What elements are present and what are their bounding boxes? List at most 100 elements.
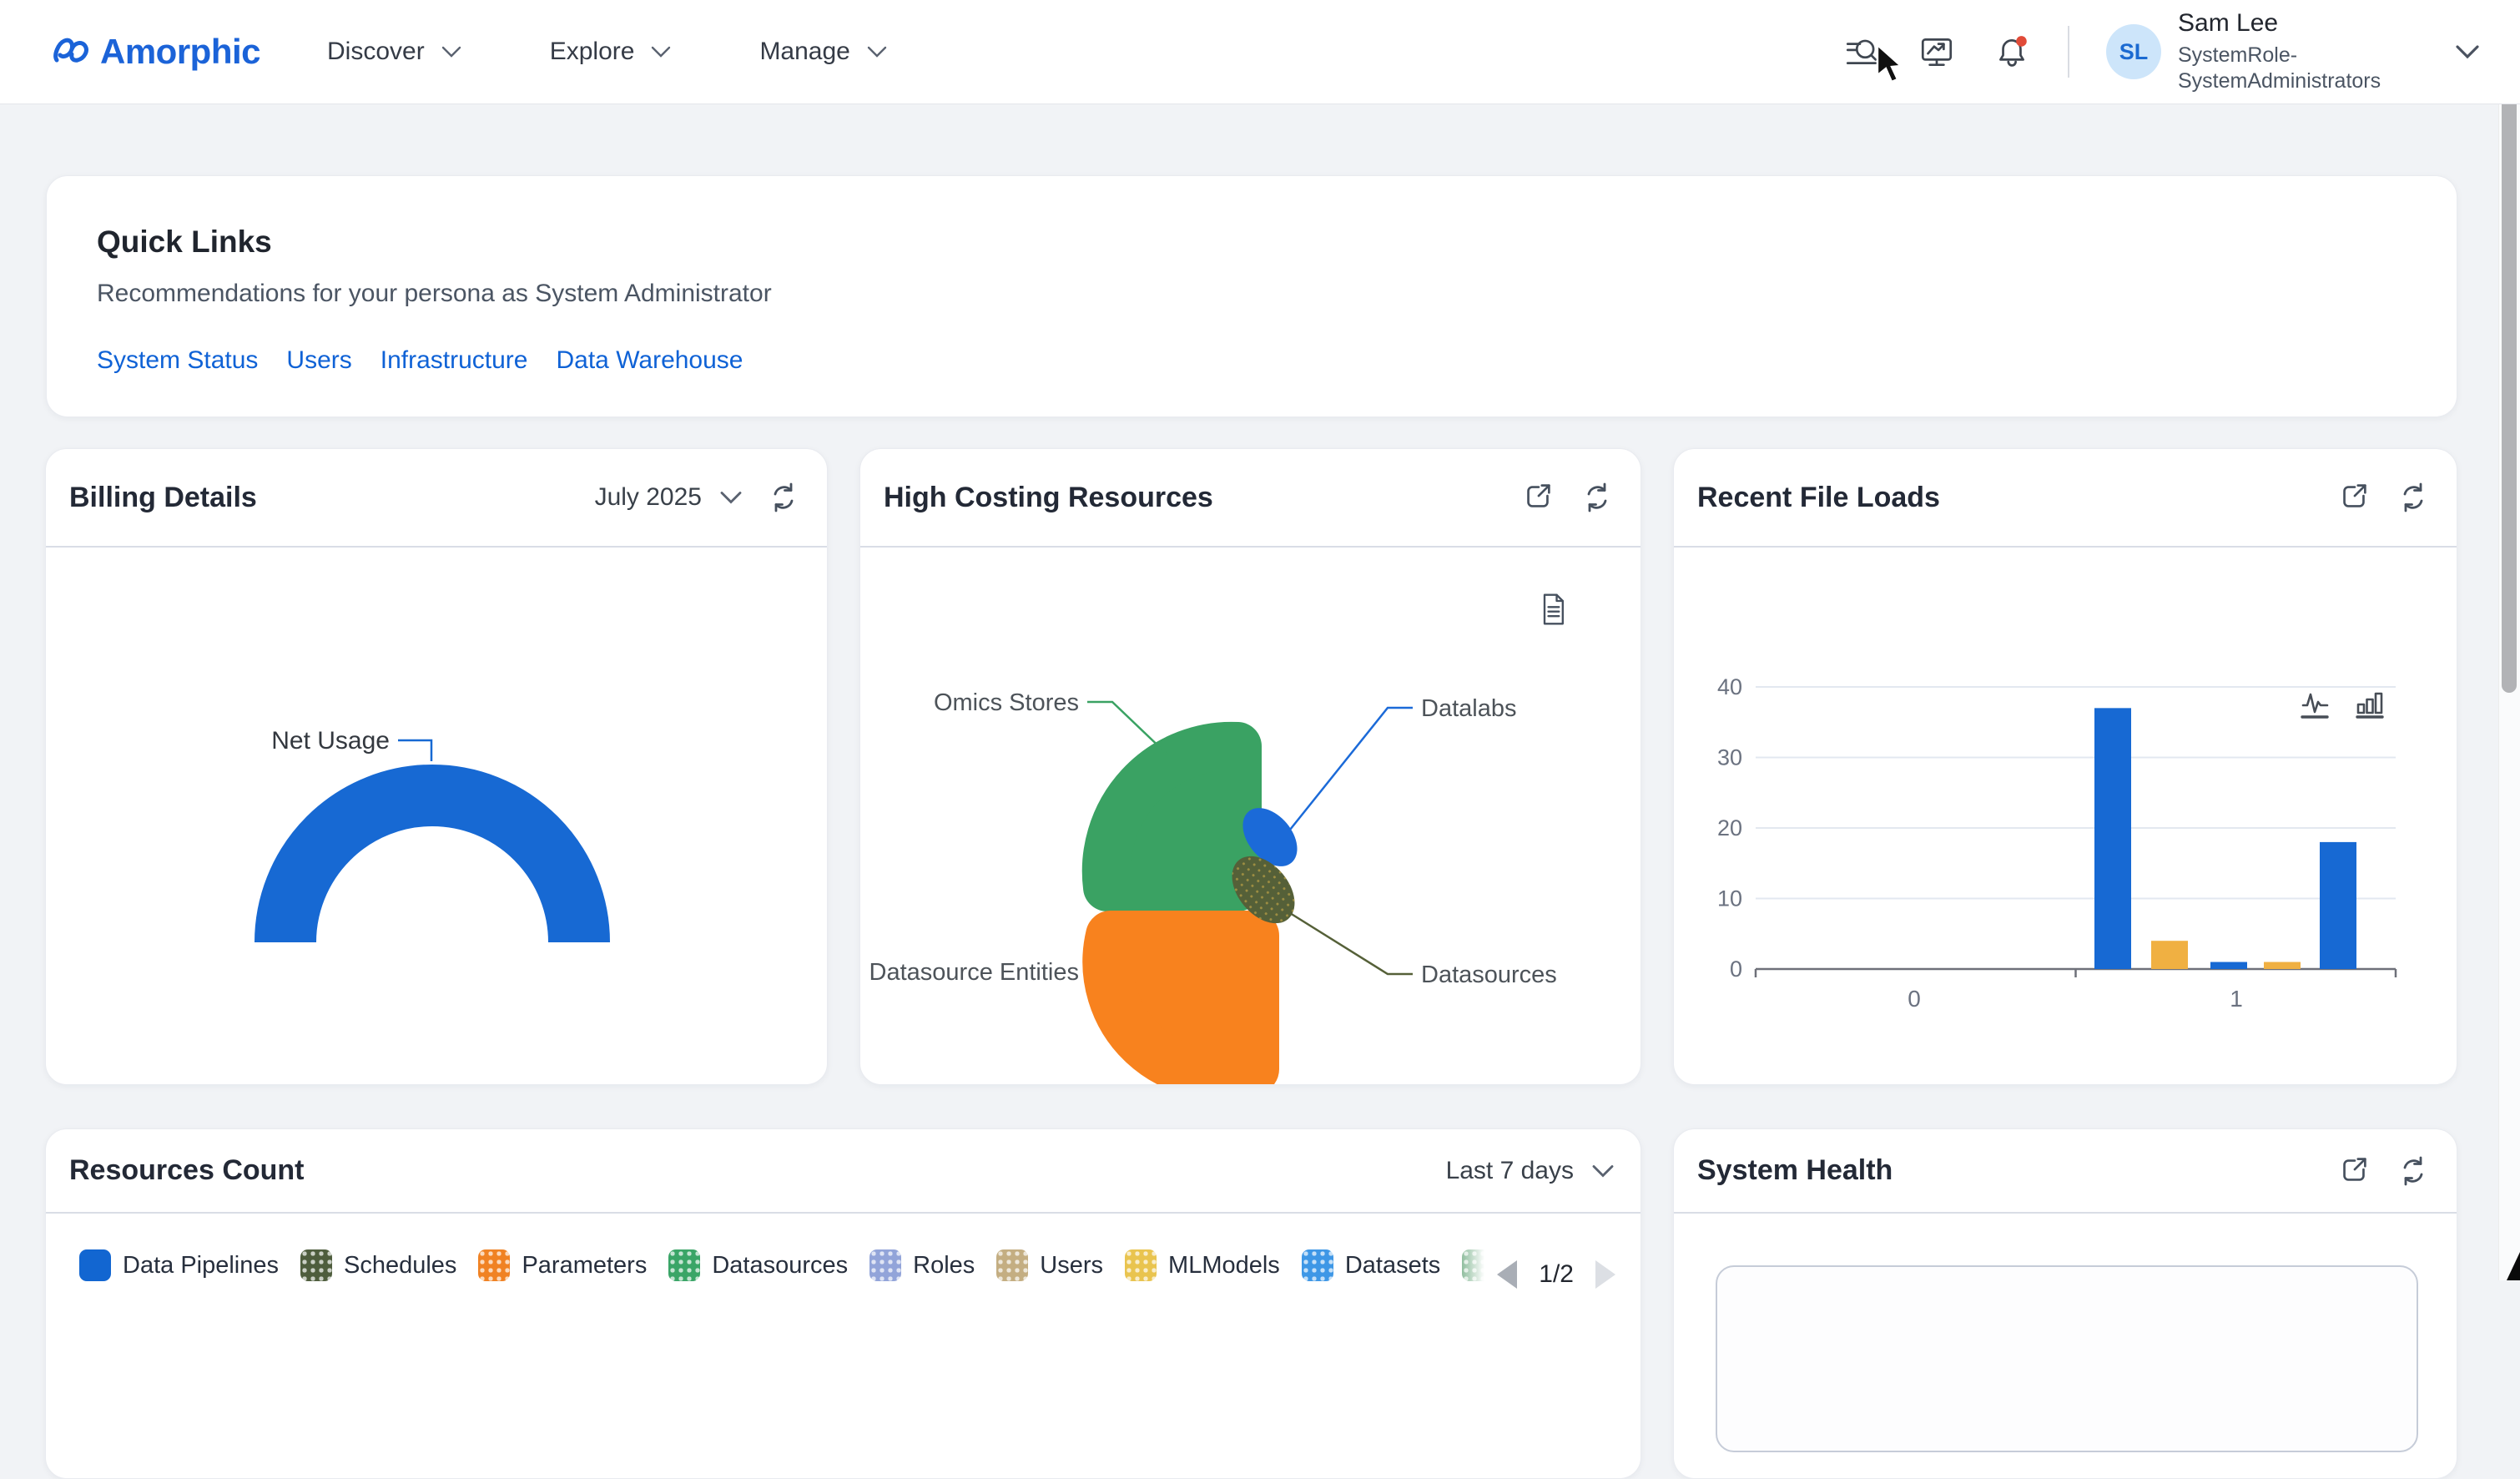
chevron-down-icon <box>440 43 463 60</box>
chevron-down-icon <box>718 488 743 507</box>
high-costing-title: High Costing Resources <box>884 482 1213 514</box>
external-link-icon[interactable] <box>2336 1153 2373 1189</box>
quick-links-list: System Status Users Infrastructure Data War… <box>97 346 2407 375</box>
legend-item-datasets[interactable]: Datasets <box>1302 1249 1440 1281</box>
line-chart-toggle-icon[interactable] <box>2296 685 2333 724</box>
quick-link-users[interactable]: Users <box>286 346 351 375</box>
notification-badge <box>2016 36 2027 47</box>
nav-item-explore[interactable]: Explore <box>550 38 673 66</box>
high-costing-pie-chart: Omics Stores Datalabs Datasource Entitie… <box>860 548 1641 1084</box>
recent-file-loads-header: Recent File Loads <box>1674 449 2457 548</box>
brand-name: Amorphic <box>100 32 260 72</box>
legend-label: Datasets <box>1345 1252 1440 1280</box>
bar-value-37[interactable] <box>2094 708 2131 969</box>
bell-icon[interactable] <box>1993 33 2031 71</box>
quick-links-title: Quick Links <box>97 225 2407 260</box>
nav-label: Manage <box>759 38 849 66</box>
gauge-series-label: Net Usage <box>271 727 390 755</box>
refresh-icon[interactable] <box>765 479 802 516</box>
file-loads-bar-chart: 01020304001 <box>1674 548 2457 1084</box>
nav-item-discover[interactable]: Discover <box>327 38 463 66</box>
legend-swatch <box>668 1249 700 1281</box>
high-costing-resources-card: High Costing Resources <box>859 448 1641 1085</box>
file-loads-chart-zone: 01020304001 <box>1674 548 2457 1084</box>
legend-label: MLModels <box>1168 1252 1280 1280</box>
quick-links-subtitle: Recommendations for your persona as Syst… <box>97 280 2407 308</box>
resources-count-header: Resources Count Last 7 days <box>46 1129 1641 1214</box>
legend-item-users[interactable]: Users <box>996 1249 1103 1281</box>
topbar-actions: SL Sam Lee SystemRole-SystemAdministrato… <box>1842 9 2482 94</box>
pie-label-omics-stores: Omics Stores <box>934 689 1079 716</box>
legend-swatch <box>79 1249 111 1281</box>
system-health-card: System Health <box>1673 1128 2457 1479</box>
legend-item-parameters[interactable]: Parameters <box>478 1249 647 1281</box>
x-axis-tick: 1 <box>2230 986 2243 1012</box>
resources-legend: Data Pipelines Schedules Parameters Datasou… <box>79 1249 1615 1308</box>
nav-item-manage[interactable]: Manage <box>759 38 888 66</box>
system-health-title: System Health <box>1697 1154 1893 1187</box>
billing-title: Billing Details <box>69 482 257 514</box>
billing-period-select[interactable]: July 2025 <box>595 483 743 512</box>
quick-link-data-warehouse[interactable]: Data Warehouse <box>556 346 743 375</box>
pagination-next-icon[interactable] <box>1595 1260 1615 1289</box>
legend-label: Parameters <box>522 1252 647 1280</box>
legend-swatch <box>996 1249 1028 1281</box>
y-axis-tick: 30 <box>1717 745 1742 770</box>
pagination-prev-icon[interactable] <box>1497 1260 1517 1289</box>
external-link-icon[interactable] <box>2336 479 2373 516</box>
resources-count-title: Resources Count <box>69 1154 305 1187</box>
bar-value-1[interactable] <box>2210 962 2247 969</box>
amorphic-logo[interactable]: Amorphic <box>50 30 260 73</box>
legend-label: Roles <box>913 1252 975 1280</box>
billing-gauge-chart: Net Usage <box>46 548 827 1084</box>
legend-item-roles[interactable]: Roles <box>869 1249 975 1281</box>
resources-period-value: Last 7 days <box>1446 1157 1574 1185</box>
pie-label-datasources: Datasources <box>1421 962 1557 988</box>
refresh-icon[interactable] <box>2395 479 2432 516</box>
bar-value-18[interactable] <box>2320 842 2356 969</box>
top-navigation-bar: Amorphic Discover Explore Manage <box>0 0 2520 104</box>
nav-label: Explore <box>550 38 635 66</box>
scrollbar-thumb[interactable] <box>2502 90 2517 693</box>
chevron-down-icon <box>865 43 889 60</box>
legend-item-datasources[interactable]: Datasources <box>668 1249 848 1281</box>
y-axis-tick: 40 <box>1717 674 1742 699</box>
legend-item-schedules[interactable]: Schedules <box>300 1249 456 1281</box>
bar-chart-toggle-icon[interactable] <box>2351 685 2388 724</box>
refresh-icon[interactable] <box>1579 479 1615 516</box>
legend-swatch <box>1125 1249 1157 1281</box>
user-name: Sam Lee <box>2178 9 2386 38</box>
legend-item-data pipelines[interactable]: Data Pipelines <box>79 1249 279 1281</box>
legend-item-mlmodels[interactable]: MLModels <box>1125 1249 1280 1281</box>
user-role: SystemRole-SystemAdministrators <box>2178 43 2386 94</box>
resources-period-select[interactable]: Last 7 days <box>1446 1157 1615 1185</box>
quick-link-system-status[interactable]: System Status <box>97 346 258 375</box>
user-menu[interactable]: SL Sam Lee SystemRole-SystemAdministrato… <box>2106 9 2482 94</box>
nav-label: Discover <box>327 38 425 66</box>
y-axis-tick: 20 <box>1717 815 1742 840</box>
monitor-chart-icon[interactable] <box>1918 33 1956 71</box>
recent-file-loads-card: Recent File Loads <box>1673 448 2457 1085</box>
pie-slice-datasource-entities[interactable] <box>1107 936 1254 1074</box>
document-icon[interactable] <box>1536 591 1570 628</box>
chevron-down-icon[interactable] <box>2453 42 2482 62</box>
main-nav: Discover Explore Manage <box>327 38 889 66</box>
pie-slice-omics-stores[interactable] <box>1106 746 1237 887</box>
system-health-panel <box>1716 1265 2418 1452</box>
system-health-header: System Health <box>1674 1129 2457 1214</box>
pie-label-datalabs: Datalabs <box>1421 695 1516 722</box>
amorphic-logo-icon <box>50 30 93 73</box>
y-axis-tick: 0 <box>1730 957 1742 982</box>
external-link-icon[interactable] <box>1520 479 1557 516</box>
topbar-divider <box>2068 26 2069 78</box>
billing-details-card: Billing Details July 2025 Net Usage <box>45 448 828 1085</box>
billing-period-value: July 2025 <box>595 483 702 512</box>
bar-value-1[interactable] <box>2264 962 2301 969</box>
search-icon[interactable] <box>1842 33 1881 71</box>
quick-links-card: Quick Links Recommendations for your per… <box>46 175 2457 417</box>
legend-swatch <box>869 1249 901 1281</box>
quick-link-infrastructure[interactable]: Infrastructure <box>381 346 528 375</box>
legend-label: Schedules <box>344 1252 456 1280</box>
bar-value-4[interactable] <box>2151 941 2188 969</box>
refresh-icon[interactable] <box>2395 1153 2432 1189</box>
